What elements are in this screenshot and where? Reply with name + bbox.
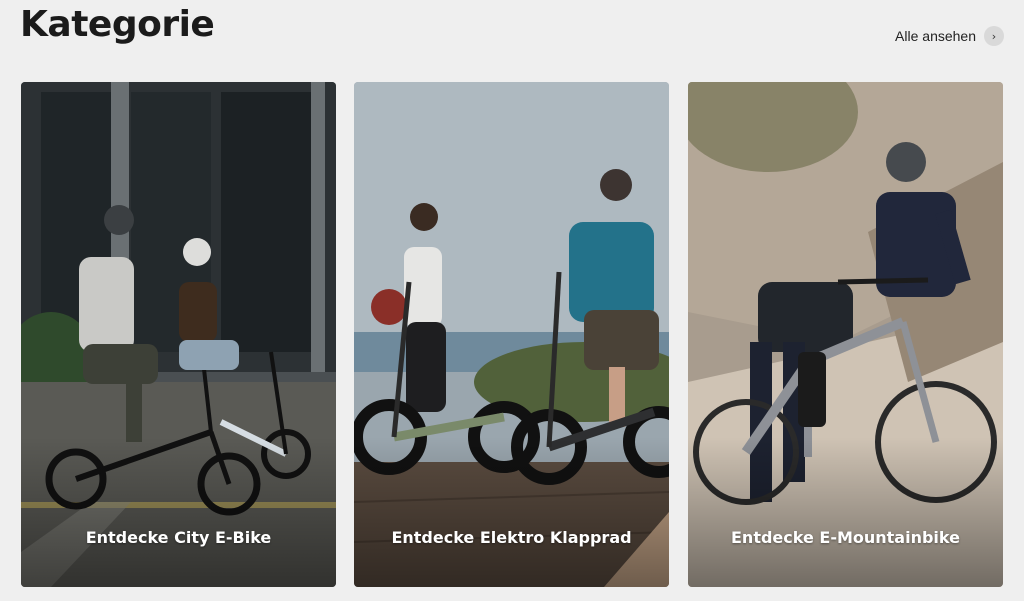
category-card-elektro-klapprad[interactable]: Entdecke Elektro Klapprad: [354, 82, 669, 587]
see-all-label: Alle ansehen: [895, 28, 976, 44]
card-label-e-mountainbike: Entdecke E-Mountainbike: [731, 528, 960, 547]
category-card-e-mountainbike[interactable]: Entdecke E-Mountainbike: [688, 82, 1003, 587]
card-label-city-ebike: Entdecke City E-Bike: [85, 528, 272, 547]
card-shade: [688, 437, 1003, 587]
card-shade: [354, 437, 669, 587]
card-label-elektro-klapprad: Entdecke Elektro Klapprad: [391, 528, 632, 547]
chevron-right-icon: ›: [984, 26, 1004, 46]
see-all-link[interactable]: Alle ansehen ›: [895, 26, 1004, 46]
card-shade: [21, 437, 336, 587]
section-title: Kategorie: [20, 4, 215, 45]
category-card-city-ebike[interactable]: Entdecke City E-Bike: [21, 82, 336, 587]
